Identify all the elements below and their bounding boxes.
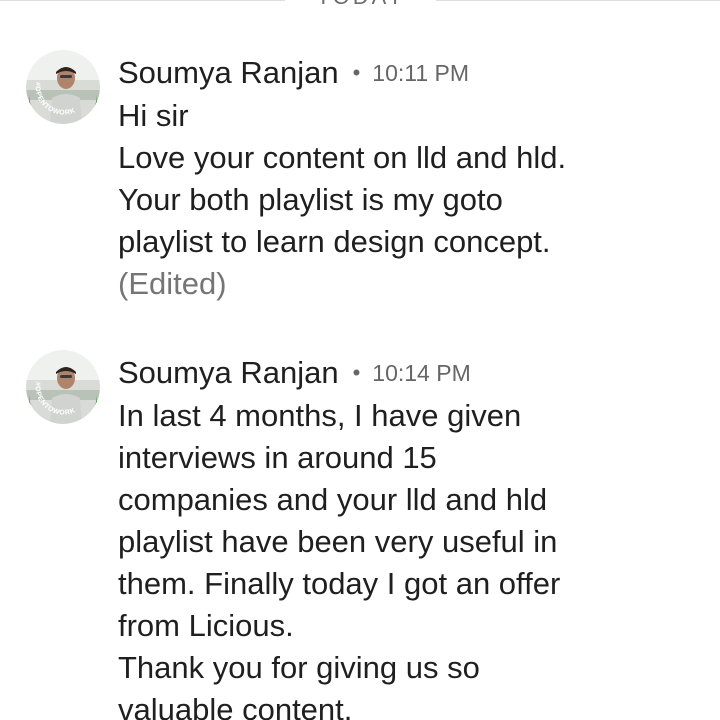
message-line: In last 4 months, I have given: [118, 398, 522, 433]
sender-name[interactable]: Soumya Ranjan: [118, 355, 339, 391]
edited-label: (Edited): [118, 266, 227, 301]
message-line: from Licious.: [118, 608, 294, 643]
message-header: Soumya Ranjan • 10:11 PM: [118, 53, 469, 93]
date-divider: TODAY: [0, 0, 720, 12]
message-body: Hi sir Love your content on lld and hld.…: [118, 95, 698, 305]
avatar-image: #OPENTOWORK: [26, 350, 100, 424]
avatar[interactable]: #OPENTOWORK: [26, 350, 100, 424]
message-line: them. Finally today I got an offer: [118, 566, 561, 601]
divider-line-left: [0, 0, 285, 1]
message-line: Your both playlist is my goto: [118, 182, 503, 217]
message-body: In last 4 months, I have given interview…: [118, 395, 698, 720]
avatar-image: #OPENTOWORK: [26, 50, 100, 124]
message-line: Love your content on lld and hld.: [118, 140, 567, 175]
message-header: Soumya Ranjan • 10:14 PM: [118, 353, 471, 393]
sender-name[interactable]: Soumya Ranjan: [118, 55, 339, 91]
message-line: playlist have been very useful in: [118, 524, 558, 559]
message-line: Thank you for giving us so: [118, 650, 480, 685]
divider-line-right: [436, 0, 720, 1]
message-line: interviews in around 15: [118, 440, 437, 475]
message-line: playlist to learn design concept.: [118, 224, 551, 259]
avatar[interactable]: #OPENTOWORK: [26, 50, 100, 124]
separator-dot: •: [352, 360, 361, 385]
timestamp: 10:14 PM: [372, 359, 471, 386]
message-line: Hi sir: [118, 98, 189, 133]
message-line: companies and your lld and hld: [118, 482, 548, 517]
date-divider-label: TODAY: [290, 0, 432, 10]
separator-dot: •: [352, 60, 361, 85]
timestamp: 10:11 PM: [372, 59, 470, 86]
message-line: valuable content.: [118, 692, 353, 720]
